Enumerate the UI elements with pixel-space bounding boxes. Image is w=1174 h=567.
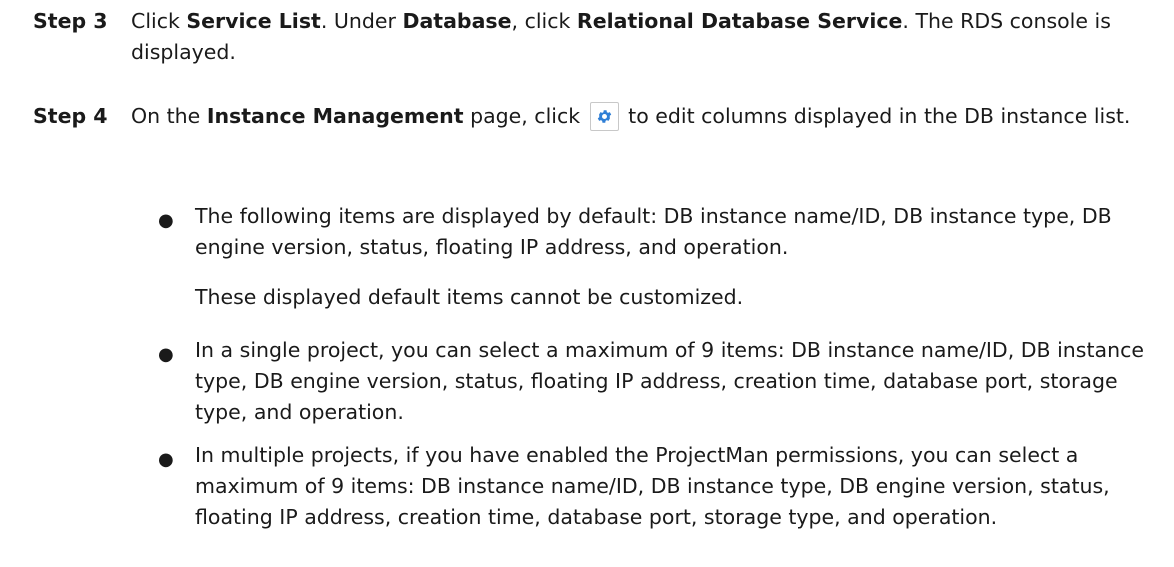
step-text-part: to edit columns displayed in the DB inst… [628, 104, 1131, 128]
gear-icon-glyph [597, 110, 611, 123]
bullet-marker: ● [158, 449, 174, 470]
step-text-part: On the [131, 104, 207, 128]
bullet-item-defaults: The following items are displayed by def… [195, 204, 1112, 259]
step-text-part: . Under [320, 9, 403, 33]
step-3-text: Click Service List. Under Database, clic… [131, 6, 1151, 68]
step-label: Step 3 [33, 9, 108, 33]
step-label: Step 4 [33, 104, 108, 128]
database-term: Database [402, 9, 512, 33]
bullet-note: These displayed default items cannot be … [195, 285, 744, 309]
bullet-item-single-project: In a single project, you can select a ma… [195, 338, 1144, 424]
document-page: Step 3 Click Service List. Under Databas… [0, 0, 1174, 567]
bullet-marker: ● [158, 344, 174, 365]
step-4-text: On the Instance Management page, click t… [131, 101, 1151, 132]
bullet-item-multiple-projects: In multiple projects, if you have enable… [195, 443, 1110, 529]
instance-management-term: Instance Management [206, 104, 464, 128]
gear-icon[interactable] [589, 102, 619, 131]
bullet-marker: ● [158, 210, 174, 231]
step-text-part: , click [511, 9, 577, 33]
rds-term: Relational Database Service [576, 9, 903, 33]
step-text-part: Click [131, 9, 187, 33]
service-list-term: Service List [186, 9, 321, 33]
step-text-part: page, click [463, 104, 587, 128]
